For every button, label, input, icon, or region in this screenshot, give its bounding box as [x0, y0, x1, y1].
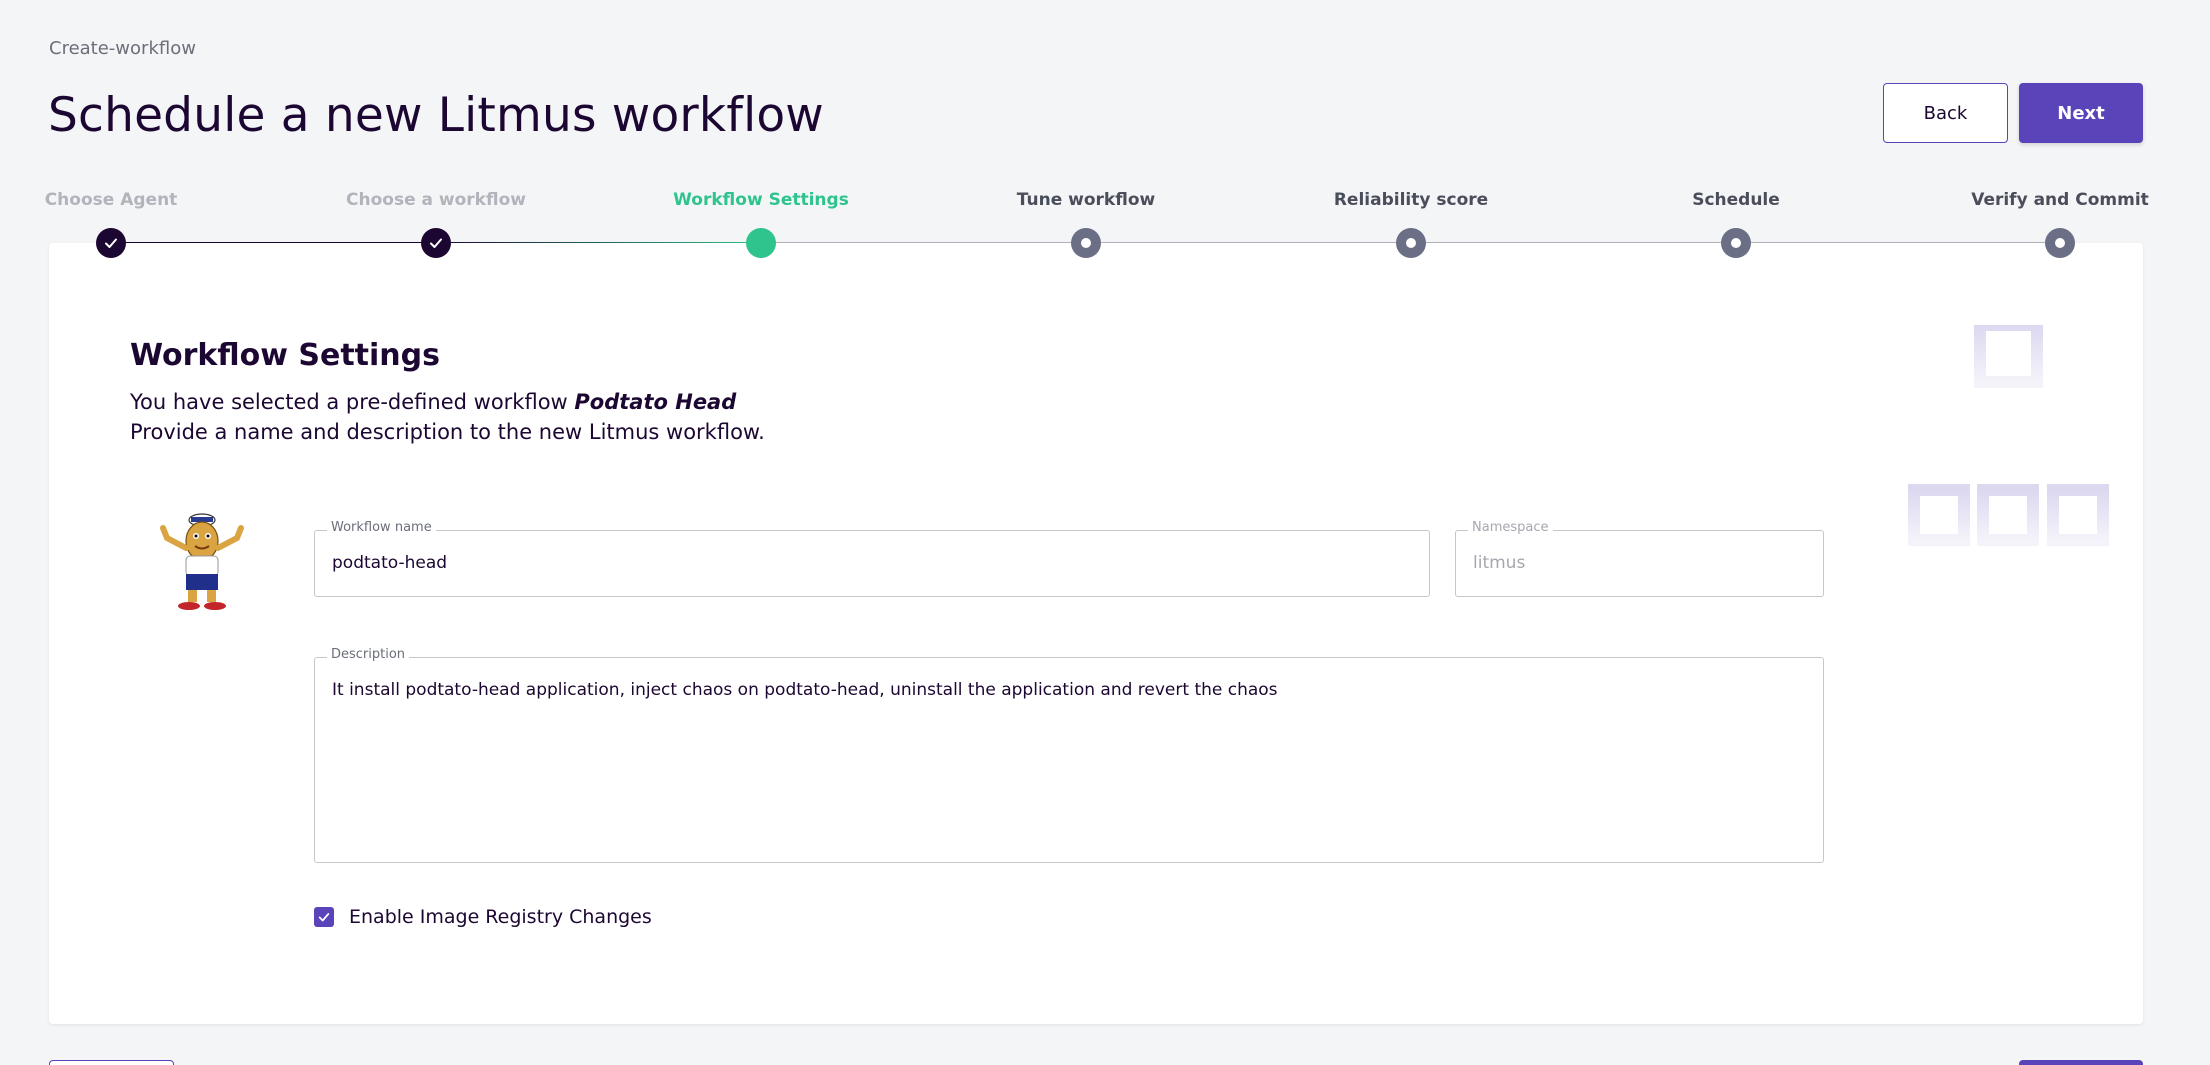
check-icon	[105, 238, 117, 248]
step-label-choose-agent: Choose Agent	[44, 190, 178, 210]
settings-intro: You have selected a pre-defined workflow…	[130, 390, 736, 414]
workflow-settings-card: Workflow Settings You have selected a pr…	[49, 243, 2143, 1024]
step-label-choose-workflow: Choose a workflow	[346, 190, 526, 210]
namespace-value: litmus	[1473, 553, 1526, 573]
step-dot-pending	[2045, 228, 2075, 258]
create-workflow-page: Create-workflow Schedule a new Litmus wo…	[0, 0, 2210, 1065]
step-dot-active	[746, 228, 776, 258]
mascot-image	[160, 513, 244, 610]
step-dot-pending	[1071, 228, 1101, 258]
namespace-label: Namespace	[1468, 520, 1553, 535]
image-registry-checkbox[interactable]	[314, 907, 334, 927]
workflow-tree-icon	[1894, 325, 2139, 546]
image-registry-label[interactable]: Enable Image Registry Changes	[349, 906, 652, 928]
description-label: Description	[327, 647, 410, 662]
step-dot-done	[421, 228, 451, 258]
step-label-verify-commit: Verify and Commit	[1971, 190, 2149, 210]
step-dot-done	[96, 228, 126, 258]
workflow-name-label: Workflow name	[327, 520, 436, 535]
check-icon	[430, 238, 442, 248]
description-field[interactable]: Description It install podtato-head appl…	[314, 647, 1824, 863]
step-label-schedule: Schedule	[1692, 190, 1780, 210]
breadcrumb[interactable]: Create-workflow	[49, 38, 196, 59]
settings-title: Workflow Settings	[130, 338, 440, 373]
step-dot-pending	[1396, 228, 1426, 258]
settings-instruction: Provide a name and description to the ne…	[130, 420, 765, 444]
step-dot-pending	[1721, 228, 1751, 258]
description-value[interactable]: It install podtato-head application, inj…	[332, 680, 1278, 700]
step-label-reliability-score: Reliability score	[1333, 190, 1489, 210]
step-label-workflow-settings: Workflow Settings	[673, 190, 849, 210]
bottom-next-button[interactable]	[2019, 1060, 2143, 1065]
workflow-name-value[interactable]: podtato-head	[332, 553, 447, 573]
selected-workflow-name: Podtato Head	[574, 390, 737, 414]
page-title: Schedule a new Litmus workflow	[48, 88, 824, 143]
workflow-name-field[interactable]: Workflow name podtato-head	[314, 520, 1430, 597]
check-icon	[318, 913, 330, 922]
image-registry-toggle[interactable]: Enable Image Registry Changes	[314, 906, 652, 928]
bottom-back-button[interactable]	[49, 1060, 174, 1065]
next-button[interactable]: Next	[2019, 83, 2143, 143]
back-button[interactable]: Back	[1883, 83, 2008, 143]
namespace-field: Namespace litmus	[1455, 520, 1824, 597]
intro-prefix: You have selected a pre-defined workflow	[130, 390, 575, 414]
step-label-tune-workflow: Tune workflow	[1016, 190, 1156, 210]
